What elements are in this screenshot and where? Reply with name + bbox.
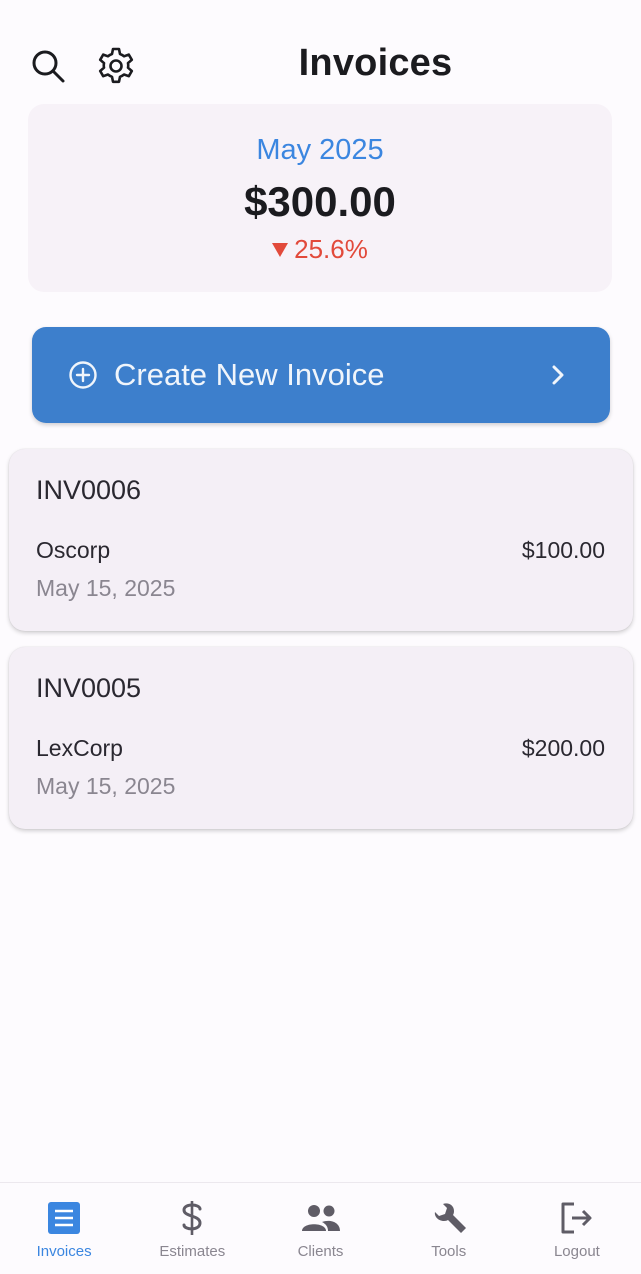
invoice-number: INV0006 xyxy=(36,475,142,505)
list-icon xyxy=(0,1199,128,1237)
nav-label: Clients xyxy=(297,1243,344,1260)
invoice-client: Oscorp xyxy=(36,537,111,563)
nav-label: Estimates xyxy=(159,1243,226,1260)
invoices-screen: Invoices May 2025 $300.00 25.6% Create N… xyxy=(0,0,641,1274)
nav-item-tools[interactable]: Tools xyxy=(385,1183,513,1274)
invoice-number: INV0005 xyxy=(36,673,142,703)
bottom-navigation: Invoices Estimates Clients Tools Logout xyxy=(0,1182,641,1274)
nav-item-estimates[interactable]: Estimates xyxy=(128,1183,256,1274)
summary-total: $300.00 xyxy=(244,178,396,225)
invoice-date: May 15, 2025 xyxy=(36,773,176,799)
invoice-card[interactable]: INV0006 Oscorp $100.00 May 15, 2025 xyxy=(9,449,633,631)
plus-circle-icon xyxy=(68,360,98,390)
invoice-client: LexCorp xyxy=(36,735,123,761)
invoice-date: May 15, 2025 xyxy=(36,575,176,601)
down-triangle-icon xyxy=(272,242,289,257)
nav-label: Invoices xyxy=(36,1243,92,1260)
nav-label: Tools xyxy=(431,1243,467,1260)
app-header: Invoices xyxy=(0,0,641,110)
logout-icon xyxy=(513,1199,641,1237)
summary-change-value: 25.6% xyxy=(294,234,368,264)
invoice-amount: $100.00 xyxy=(521,537,605,563)
people-icon xyxy=(256,1199,384,1237)
chevron-right-icon xyxy=(546,363,570,387)
page-title: Invoices xyxy=(298,42,453,84)
nav-item-invoices[interactable]: Invoices xyxy=(0,1183,128,1274)
wrench-icon xyxy=(385,1199,513,1237)
dollar-icon xyxy=(128,1199,256,1237)
nav-item-logout[interactable]: Logout xyxy=(513,1183,641,1274)
create-new-invoice-label: Create New Invoice xyxy=(114,357,385,392)
monthly-summary-card: May 2025 $300.00 25.6% xyxy=(28,104,612,292)
create-new-invoice-button[interactable]: Create New Invoice xyxy=(32,327,610,423)
invoice-amount: $200.00 xyxy=(521,735,605,761)
summary-month: May 2025 xyxy=(256,134,384,166)
summary-change: 25.6% xyxy=(28,234,612,265)
invoice-card[interactable]: INV0005 LexCorp $200.00 May 15, 2025 xyxy=(9,647,633,829)
nav-item-clients[interactable]: Clients xyxy=(256,1183,384,1274)
nav-label: Logout xyxy=(553,1243,600,1260)
